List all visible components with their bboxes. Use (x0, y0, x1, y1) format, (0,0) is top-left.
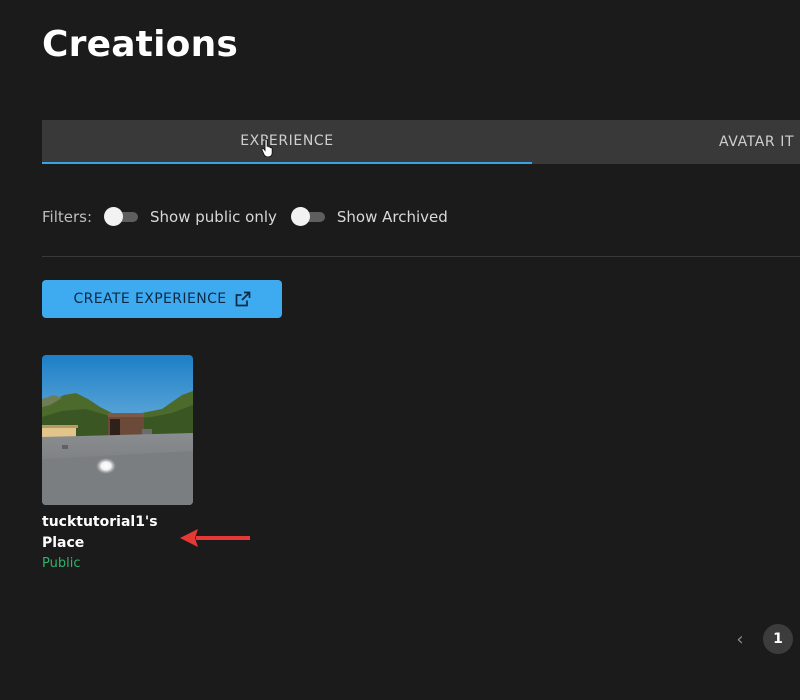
divider (42, 256, 800, 257)
show-archived-label: Show Archived (336, 208, 448, 226)
external-link-icon (235, 291, 250, 307)
annotation-arrow-icon (180, 529, 250, 547)
experience-thumbnail[interactable] (42, 355, 193, 505)
experience-name[interactable]: tucktutorial1's Place (42, 512, 172, 554)
show-public-only-toggle[interactable] (104, 207, 139, 226)
tab-experience[interactable]: EXPERIENCE (42, 120, 532, 164)
show-archived-toggle[interactable] (290, 207, 325, 226)
creations-page: Creations EXPERIENCE AVATAR IT Filters: … (0, 0, 800, 700)
page-number-current[interactable]: 1 (763, 624, 793, 654)
creation-type-tabs: EXPERIENCE AVATAR IT (42, 120, 800, 164)
tab-avatar-items[interactable]: AVATAR IT (532, 120, 800, 164)
hand-cursor-icon (261, 139, 273, 157)
toggle-knob (104, 207, 124, 226)
create-experience-label: CREATE EXPERIENCE (73, 291, 227, 307)
filters-label: Filters: (42, 208, 93, 226)
pagination: ‹ 1 (734, 624, 793, 654)
toggle-knob (290, 207, 310, 226)
page-title: Creations (42, 24, 239, 65)
chevron-left-icon[interactable]: ‹ (734, 629, 746, 650)
show-public-only-label: Show public only (150, 208, 277, 226)
experience-status: Public (42, 556, 81, 571)
experience-card: tucktutorial1's Place Public (42, 355, 194, 571)
filters-bar: Filters: Show public only Show Archived (42, 206, 462, 228)
create-experience-button[interactable]: CREATE EXPERIENCE (42, 280, 282, 318)
